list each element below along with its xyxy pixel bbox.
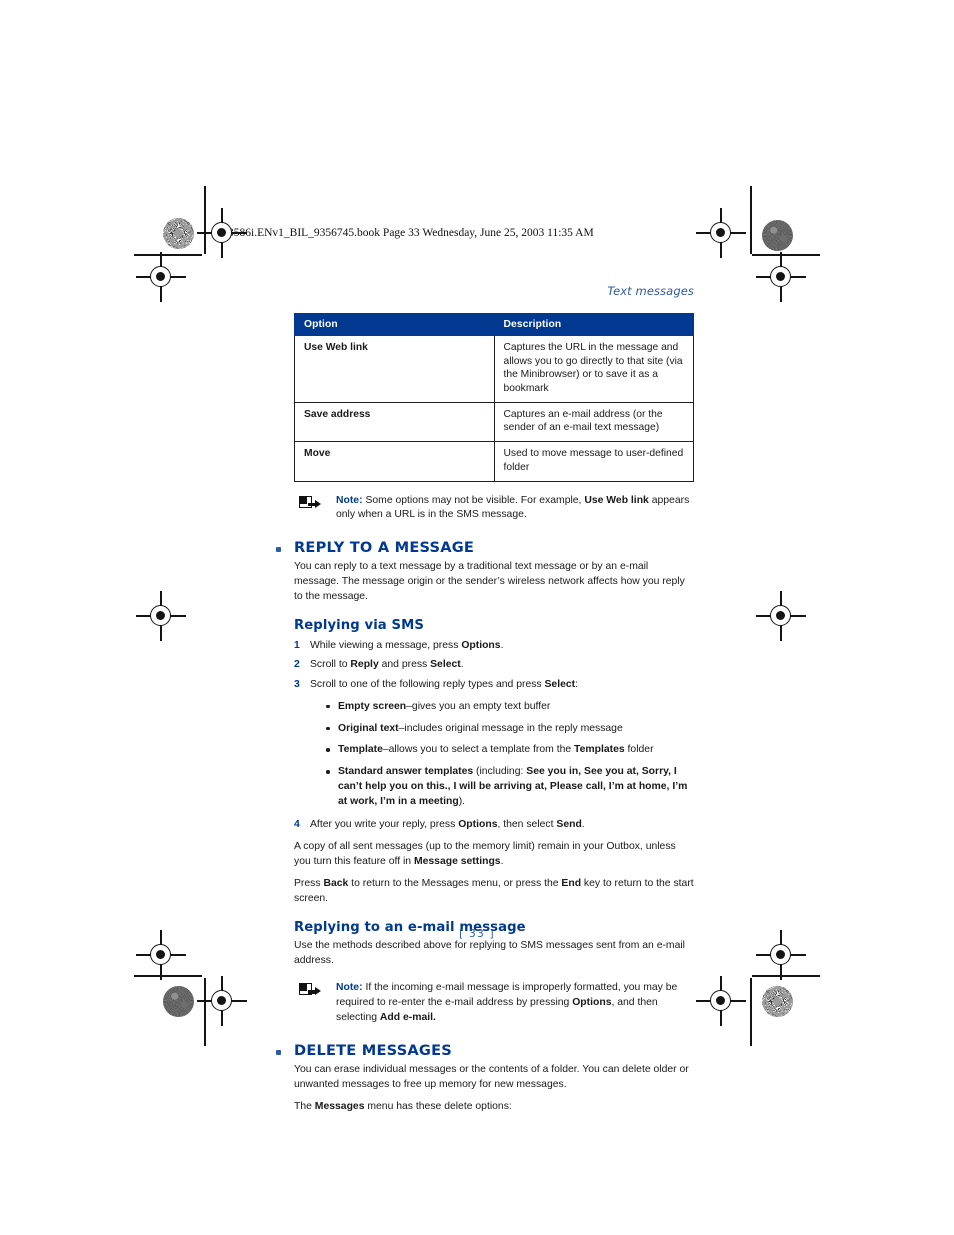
table-row: Use Web link Captures the URL in the mes… (294, 335, 694, 403)
bullet-text: (including: (473, 766, 527, 778)
note-icon (299, 982, 321, 996)
table-cell-option: Use Web link (294, 335, 495, 403)
bullet-text: –allows you to select a template from th… (382, 744, 575, 756)
paragraph-bold-message-settings: Message settings (413, 855, 501, 867)
paragraph-outbox-text-b: . (500, 855, 504, 867)
bullet-text: –gives you an empty text buffer (406, 700, 551, 712)
bullet-dot-icon (326, 726, 330, 731)
page-number-folio: [ 33 ] (459, 928, 495, 940)
note-bold-options: Options (572, 996, 612, 1008)
step-text-pre: While viewing a message, press (310, 639, 462, 651)
paragraph-delete-options-lead: The Messages menu has these delete optio… (294, 1100, 694, 1115)
lead-bold-messages: Messages (314, 1100, 365, 1112)
manual-page: Text messages Option Description Use Web… (0, 0, 954, 1235)
table-header-option: Option (294, 313, 495, 336)
note-label: Note: (336, 494, 363, 506)
square-bullet-icon (276, 547, 281, 553)
note-callout-email-formatting: Note: If the incoming e-mail message is … (294, 981, 694, 1025)
table-header-description: Description (493, 313, 694, 336)
running-head: Text messages (607, 284, 694, 298)
paragraph-back-text-b: to return to the Messages menu, or press… (348, 877, 562, 889)
step-number: 4 (294, 819, 300, 831)
paragraph-back-text-a: Press (294, 877, 324, 889)
section-heading-reply-to-a-message: REPLY TO A MESSAGE (276, 539, 694, 557)
step-bold-select: Select (544, 679, 576, 691)
list-item: Template–allows you to select a template… (294, 743, 694, 758)
bullet-bold-template: Template (338, 744, 383, 756)
step-3: 3 Scroll to one of the following reply ty… (294, 678, 694, 693)
step-text-mid: and press (378, 659, 431, 671)
list-item: Empty screen–gives you an empty text buf… (294, 700, 694, 715)
step-text-pre: Scroll to (310, 659, 351, 671)
section-intro-delete: You can erase individual messages or the… (294, 1064, 689, 1091)
note-label: Note: (336, 981, 363, 993)
section-heading-delete-messages: DELETE MESSAGES (276, 1042, 694, 1060)
step-number: 3 (294, 679, 300, 691)
table-cell-option: Move (294, 441, 495, 482)
note-callout-options-visibility: Note: Some options may not be visible. F… (294, 494, 694, 524)
section-heading-label: REPLY TO A MESSAGE (294, 539, 475, 557)
step-2: 2 Scroll to Reply and press Select. (294, 658, 694, 673)
step-text-pre: After you write your reply, press (310, 819, 459, 831)
paragraph-outbox: A copy of all sent messages (up to the m… (294, 840, 694, 870)
note-icon (299, 495, 321, 509)
subsection-heading-replying-via-sms: Replying via SMS (294, 618, 424, 634)
step-bold-options: Options (458, 819, 498, 831)
bullet-text: –includes original message in the reply … (398, 722, 623, 734)
step-text-post: . (460, 659, 464, 671)
note-text-a: Some options may not be visible. For exa… (362, 494, 585, 506)
note-bold-use-web-link: Use Web link (584, 494, 649, 506)
step-text-mid: , then select (497, 819, 557, 831)
reply-type-bullet-list: Empty screen–gives you an empty text buf… (294, 700, 694, 810)
bullet-text-2: folder (624, 744, 654, 756)
step-4: 4 After you write your reply, press Optio… (294, 818, 694, 833)
square-bullet-icon (276, 1050, 281, 1056)
list-item: Standard answer templates (including: Se… (294, 765, 694, 809)
bullet-dot-icon (326, 704, 330, 709)
step-bold-send: Send (556, 819, 582, 831)
table-cell-description: Captures an e-mail address (or the sende… (493, 401, 694, 443)
step-text-post: . (581, 819, 585, 831)
table-cell-description: Captures the URL in the message and allo… (493, 335, 694, 403)
paragraph-bold-end: End (561, 877, 582, 889)
step-bold-select: Select (430, 659, 461, 671)
step-number: 2 (294, 659, 300, 671)
bullet-bold-empty-screen: Empty screen (338, 700, 407, 712)
bullet-dot-icon (326, 748, 330, 752)
bullet-text-2: ). (458, 795, 466, 807)
step-text-post: : (575, 679, 579, 691)
table-row: Move Used to move message to user-define… (294, 441, 694, 482)
table-cell-description: Used to move message to user-defined fol… (493, 441, 694, 482)
section-heading-label: DELETE MESSAGES (294, 1042, 452, 1060)
step-bold-options: Options (461, 639, 501, 651)
step-1: 1 While viewing a message, press Options. (294, 639, 694, 654)
paragraph-back-end-keys: Press Back to return to the Messages men… (294, 877, 694, 907)
bullet-bold-templates-folder: Templates (574, 744, 625, 756)
section-intro-reply: You can reply to a text message by a tra… (294, 561, 685, 602)
step-bold-reply: Reply (350, 659, 379, 671)
table-row: Save address Captures an e-mail address … (294, 401, 694, 443)
bullet-bold-standard-answer-templates: Standard answer templates (338, 766, 474, 778)
note-bold-add-email: Add e-mail. (379, 1011, 436, 1023)
page-content: Option Description Use Web link Captures… (276, 313, 694, 1115)
subsection-text-replying-to-email: Use the methods described above for repl… (294, 940, 685, 967)
step-text-post: . (500, 639, 504, 651)
paragraph-bold-back: Back (323, 877, 349, 889)
bullet-bold-original-text: Original text (338, 722, 399, 734)
table-cell-option: Save address (294, 401, 495, 443)
step-number: 1 (294, 639, 300, 651)
step-text-pre: Scroll to one of the following reply typ… (310, 679, 545, 691)
lead-text-b: menu has these delete options: (364, 1100, 512, 1112)
lead-text-a: The (294, 1100, 315, 1112)
table-header-row: Option Description (294, 313, 694, 336)
list-item: Original text–includes original message … (294, 722, 694, 737)
options-table: Option Description Use Web link Captures… (294, 313, 694, 482)
bullet-dot-icon (326, 770, 330, 774)
